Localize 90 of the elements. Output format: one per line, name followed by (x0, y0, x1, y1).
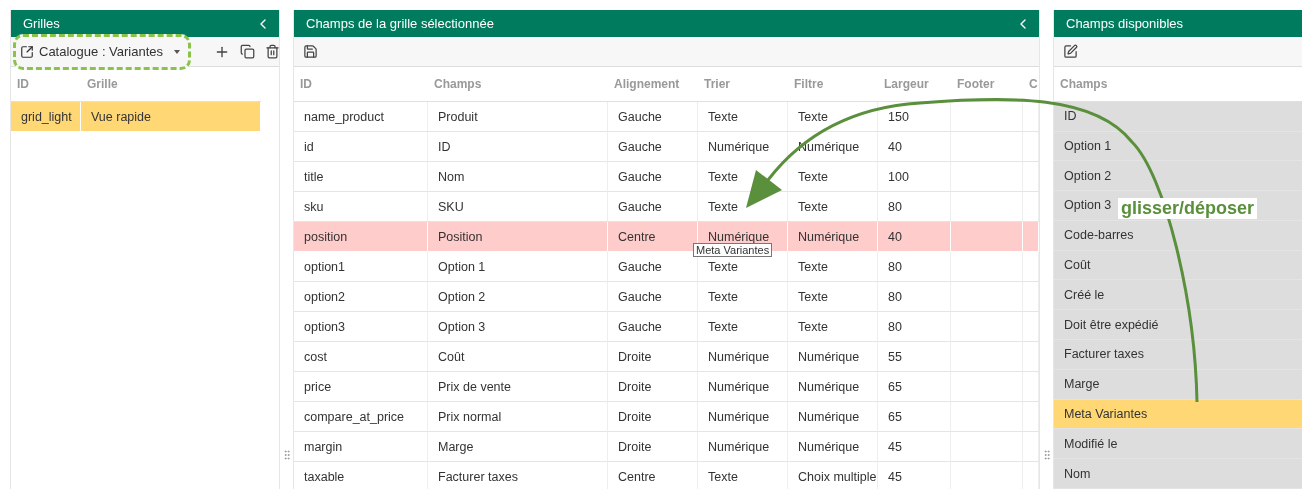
table-cell: Texte (788, 252, 878, 282)
table-cell: Texte (788, 312, 878, 342)
table-cell: position (294, 222, 428, 252)
table-cell: Numérique (788, 402, 878, 432)
table-cell: Numérique (788, 222, 878, 252)
table-cell: Droite (608, 342, 698, 372)
table-cell: Texte (698, 312, 788, 342)
table-cell: margin (294, 432, 428, 462)
table-cell: 80 (878, 252, 951, 282)
table-cell: Numérique (788, 342, 878, 372)
table-cell: Gauche (608, 282, 698, 312)
table-cell: Numérique (788, 372, 878, 402)
field-item[interactable]: Modifié le (1054, 429, 1302, 460)
field-item[interactable]: Créé le (1054, 280, 1302, 311)
table-cell: 40 (878, 132, 951, 162)
table-cell: option3 (294, 312, 428, 342)
table-cell: Droite (608, 372, 698, 402)
panel-title: Champs de la grille sélectionnée (306, 16, 494, 31)
drag-ghost: Meta Variantes (693, 243, 773, 257)
table-cell: name_product (294, 102, 428, 132)
table-cell: Texte (788, 162, 878, 192)
table-cell: id (294, 132, 428, 162)
table-cell: title (294, 162, 428, 192)
table-cell: Texte (788, 102, 878, 132)
table-cell: Produit (428, 102, 608, 132)
table-cell: 55 (878, 342, 951, 372)
annotation-label: glisser/déposer (1118, 198, 1258, 219)
table-cell: Numérique (788, 432, 878, 462)
panel-title: Champs disponibles (1066, 16, 1184, 31)
table-cell: Prix normal (428, 402, 608, 432)
table-cell: Nom (428, 162, 608, 192)
table-cell: Droite (608, 402, 698, 432)
table-cell: Texte (698, 282, 788, 312)
table-cell: Droite (608, 432, 698, 462)
table-cell: Numérique (698, 402, 788, 432)
table-cell: 100 (878, 162, 951, 192)
field-item[interactable]: Option 1 (1054, 131, 1302, 162)
table-cell: option1 (294, 252, 428, 282)
field-item[interactable]: Code-barres (1054, 220, 1302, 251)
table-cell: ID (428, 132, 608, 162)
table-cell: Gauche (608, 162, 698, 192)
table-cell: 80 (878, 192, 951, 222)
table-cell: 80 (878, 282, 951, 312)
table-cell: Gauche (608, 102, 698, 132)
table-cell: option2 (294, 282, 428, 312)
table-cell: Coût (428, 342, 608, 372)
table-cell: Texte (698, 192, 788, 222)
table-cell: Centre (608, 222, 698, 252)
field-item[interactable]: Meta Variantes (1054, 399, 1302, 430)
table-cell: 150 (878, 102, 951, 132)
table-cell[interactable]: grid_light (11, 102, 81, 131)
field-item[interactable]: Doit être expédié (1054, 310, 1302, 340)
table-cell: Numérique (698, 432, 788, 462)
table-cell: Numérique (788, 132, 878, 162)
table-cell: sku (294, 192, 428, 222)
table-cell: Numérique (698, 342, 788, 372)
table-cell: Gauche (608, 132, 698, 162)
table-cell: Position (428, 222, 608, 252)
table-cell: Gauche (608, 312, 698, 342)
table-cell: Prix de vente (428, 372, 608, 402)
field-item[interactable]: Facturer taxes (1054, 340, 1302, 370)
table-cell: Option 2 (428, 282, 608, 312)
field-item[interactable]: Option 2 (1054, 161, 1302, 192)
panel-title: Grilles (23, 16, 60, 31)
table-cell: Marge (428, 432, 608, 462)
table-cell: Texte (788, 282, 878, 312)
field-item[interactable]: Nom (1054, 459, 1302, 489)
table-cell: Texte (698, 102, 788, 132)
external-link-icon[interactable] (20, 44, 34, 59)
field-item[interactable]: Marge (1054, 369, 1302, 400)
table-cell: SKU (428, 192, 608, 222)
table-cell: Option 3 (428, 312, 608, 342)
table-cell: compare_at_price (294, 402, 428, 432)
table-cell: 65 (878, 402, 951, 432)
table-cell: 80 (878, 312, 951, 342)
table-cell: Option 1 (428, 252, 608, 282)
table-cell: Gauche (608, 192, 698, 222)
column-header: Champs (1054, 67, 1302, 102)
table-cell: price (294, 372, 428, 402)
grid-selector[interactable]: Catalogue : Variantes (13, 33, 192, 70)
field-item[interactable]: Coût (1054, 250, 1302, 281)
table-cell: 45 (878, 432, 951, 462)
table-cell: Numérique (698, 132, 788, 162)
table-cell: 65 (878, 372, 951, 402)
table-cell: Numérique (698, 372, 788, 402)
table-cell[interactable]: Vue rapide (81, 102, 261, 131)
table-cell: 40 (878, 222, 951, 252)
field-item[interactable]: ID (1054, 101, 1302, 132)
table-cell: cost (294, 342, 428, 372)
table-cell: Texte (788, 192, 878, 222)
